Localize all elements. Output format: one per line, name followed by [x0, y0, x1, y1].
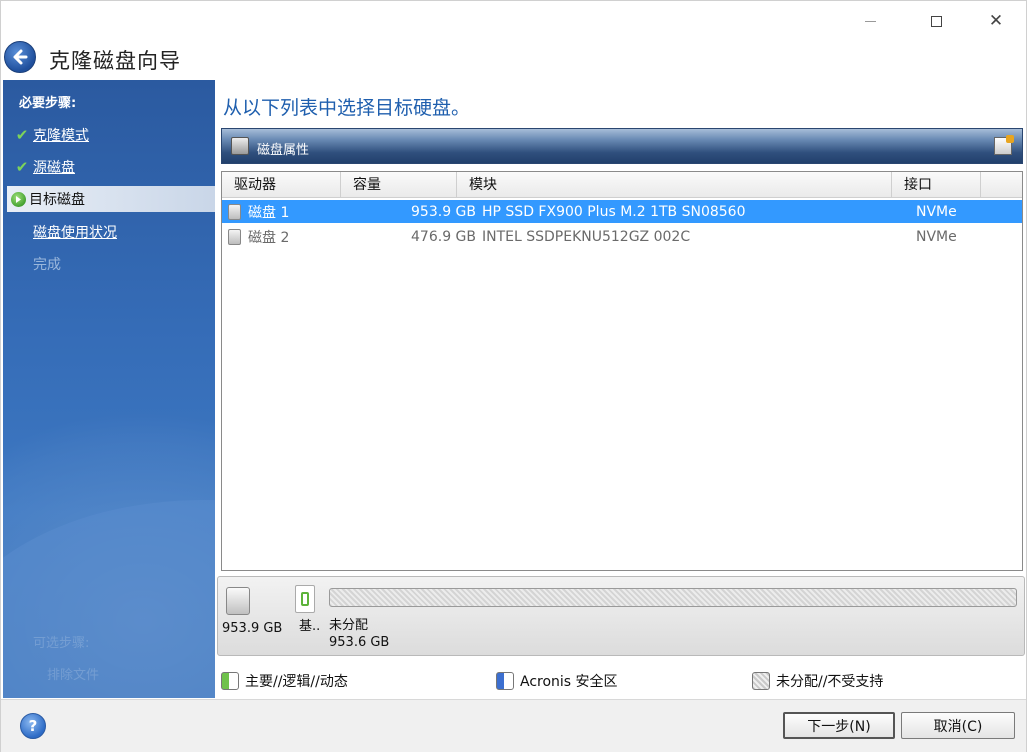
wizard-title: 克隆磁盘向导	[49, 49, 181, 73]
minimize-icon	[864, 20, 876, 22]
acronis-zone-swatch-icon	[496, 672, 514, 690]
cell-capacity: 953.9 GB	[411, 203, 476, 220]
step-label: 磁盘使用状况	[33, 225, 117, 241]
basic-partition-icon[interactable]	[295, 585, 315, 613]
optional-steps-heading: 可选步骤:	[33, 636, 90, 651]
primary-partition-swatch-icon	[221, 672, 239, 690]
minimize-button[interactable]	[847, 5, 893, 37]
disk-properties-icon	[231, 137, 249, 155]
disk-properties-toolbar: 磁盘属性	[221, 128, 1023, 164]
table-header: 驱动器 容量 模块 接口	[222, 172, 1022, 198]
step-source-disk[interactable]: ✔ 源磁盘	[11, 154, 215, 180]
cell-drive: 磁盘 2	[248, 229, 290, 246]
maximize-icon	[930, 15, 942, 27]
back-button[interactable]	[4, 41, 36, 73]
step-label: 完成	[33, 257, 61, 273]
next-button[interactable]: 下一步(N)	[783, 712, 895, 739]
cancel-button[interactable]: 取消(C)	[901, 712, 1015, 739]
legend-unallocated: 未分配//不受支持	[752, 671, 883, 691]
help-icon: ?	[28, 717, 38, 735]
hard-disk-icon	[226, 587, 250, 615]
step-clone-mode[interactable]: ✔ 克隆模式	[11, 122, 215, 148]
cell-model: HP SSD FX900 Plus M.2 1TB SN08560	[482, 203, 746, 220]
column-header-model[interactable]: 模块	[457, 172, 892, 198]
toolbar-options-icon[interactable]	[994, 135, 1014, 155]
cell-capacity: 476.9 GB	[411, 228, 476, 245]
step-disk-usage[interactable]: 磁盘使用状况	[11, 219, 215, 245]
column-header-interface[interactable]: 接口	[892, 172, 981, 198]
page-title: 从以下列表中选择目标硬盘。	[223, 97, 471, 119]
table-row[interactable]: 磁盘 2 476.9 GB INTEL SSDPEKNU512GZ 002C N…	[222, 225, 1022, 248]
disk-total-size: 953.9 GB	[222, 621, 283, 636]
steps-heading: 必要步骤:	[19, 96, 77, 111]
legend-label: 未分配//不受支持	[776, 674, 884, 690]
column-header-drive[interactable]: 驱动器	[222, 172, 341, 198]
close-button[interactable]: ✕	[973, 5, 1019, 37]
step-finish: 完成	[11, 251, 215, 277]
legend-label: Acronis 安全区	[520, 674, 618, 690]
partition-type-label: 基..	[299, 619, 321, 634]
legend-acronis-zone: Acronis 安全区	[496, 671, 618, 691]
step-target-disk[interactable]: 目标磁盘	[7, 186, 215, 212]
help-button[interactable]: ?	[20, 713, 46, 739]
unallocated-label: 未分配	[329, 618, 369, 633]
step-label: 源磁盘	[33, 160, 75, 176]
cell-interface: NVMe	[916, 203, 957, 220]
checkmark-icon: ✔	[15, 126, 29, 144]
wizard-footer: ? 下一步(N) 取消(C)	[1, 699, 1026, 752]
disk-table: 驱动器 容量 模块 接口 磁盘 1 953.9 GB HP SSD FX900 …	[221, 171, 1023, 571]
step-label: 克隆模式	[33, 128, 89, 144]
unallocated-space-bar[interactable]	[329, 588, 1017, 607]
disk-icon	[228, 203, 241, 220]
unallocated-swatch-icon	[752, 672, 770, 690]
table-row[interactable]: 磁盘 1 953.9 GB HP SSD FX900 Plus M.2 1TB …	[222, 200, 1022, 223]
disk-layout-panel: 953.9 GB 基.. 未分配 953.6 GB	[217, 576, 1025, 656]
unallocated-size: 953.6 GB	[329, 635, 390, 650]
steps-sidebar: 必要步骤: ✔ 克隆模式 ✔ 源磁盘 目标磁盘 磁盘使用状况 完成 可选步骤: …	[3, 80, 215, 698]
cell-drive: 磁盘 1	[248, 204, 290, 221]
wizard-window: ✕ 克隆磁盘向导 必要步骤: ✔ 克隆模式 ✔ 源磁盘 目标磁盘 磁盘使用状况	[0, 0, 1027, 752]
disk-icon	[228, 228, 241, 245]
disk-properties-button[interactable]: 磁盘属性	[257, 139, 309, 158]
column-header-extra[interactable]	[981, 172, 1022, 198]
maximize-button[interactable]	[913, 5, 959, 37]
step-label: 目标磁盘	[29, 192, 85, 208]
checkmark-icon: ✔	[15, 158, 29, 176]
legend-label: 主要//逻辑//动态	[245, 674, 348, 690]
exclude-files-step: 排除文件	[47, 668, 100, 683]
legend-primary: 主要//逻辑//动态	[221, 671, 348, 691]
cell-interface: NVMe	[916, 228, 957, 245]
close-icon: ✕	[988, 11, 1004, 31]
current-step-arrow-icon	[7, 191, 29, 207]
column-header-capacity[interactable]: 容量	[341, 172, 457, 198]
back-arrow-icon	[13, 49, 28, 65]
cell-model: INTEL SSDPEKNU512GZ 002C	[482, 228, 691, 245]
